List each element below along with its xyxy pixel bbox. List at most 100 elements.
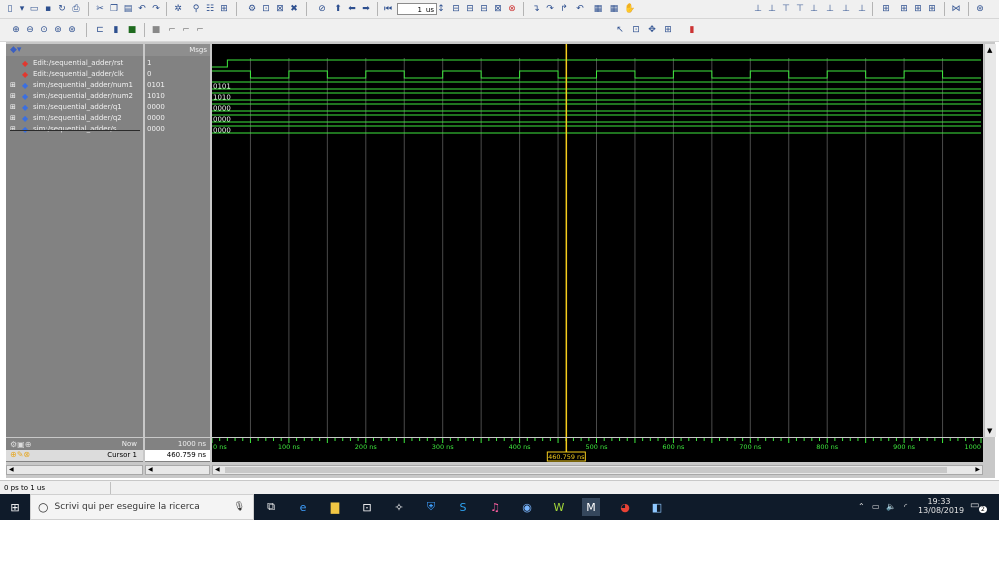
- stop-icon[interactable]: ⊗: [506, 2, 518, 16]
- skype-icon[interactable]: S: [454, 498, 472, 516]
- signal-row[interactable]: ⊞ ◆ sim:/sequential_adder/q1: [6, 102, 143, 113]
- wave-edit-icon-4[interactable]: ⊤: [794, 2, 806, 16]
- delete-cursor-icon[interactable]: ▮: [110, 23, 122, 37]
- restart-icon[interactable]: ⏮: [382, 2, 394, 16]
- copy-icon[interactable]: ❐: [108, 2, 120, 16]
- save-icon[interactable]: ▪: [42, 2, 54, 16]
- layout-icon-4[interactable]: ⊞: [926, 2, 938, 16]
- undo-icon[interactable]: ↶: [136, 2, 148, 16]
- signal-row[interactable]: ◆ Edit:/sequential_adder/clk: [6, 69, 143, 80]
- performance-icon[interactable]: ▦: [592, 2, 604, 16]
- microphone-icon[interactable]: 🎙: [234, 502, 245, 512]
- run-length-spinner-icon[interactable]: ↕: [437, 2, 445, 16]
- compile-icon[interactable]: ⚙: [246, 2, 258, 16]
- scroll-right-arrow-icon[interactable]: ▶: [975, 466, 980, 473]
- timeline-ruler[interactable]: 0 ns 100 ns 200 ns 300 ns 400 ns 500 ns 600 ns…: [211, 438, 983, 462]
- hand-icon[interactable]: ✋: [624, 2, 636, 16]
- modelsim-icon[interactable]: M: [582, 498, 600, 516]
- hierarchy-icon[interactable]: ⊞: [218, 2, 230, 16]
- step-icon[interactable]: ↴: [530, 2, 542, 16]
- cursor-edit-icon[interactable]: ⊕✎⊗: [10, 450, 30, 459]
- arrow-right-icon[interactable]: ➡: [360, 2, 372, 16]
- app-icon-1[interactable]: ✧: [390, 498, 408, 516]
- no-entry-icon[interactable]: ⊘: [316, 2, 328, 16]
- zoom-in-icon[interactable]: ⊕: [10, 23, 22, 37]
- wave-edit-icon-8[interactable]: ⊥: [856, 2, 868, 16]
- vertical-scrollbar[interactable]: ▲ ▼: [984, 44, 996, 437]
- tray-chevron-icon[interactable]: ⌃: [858, 502, 865, 511]
- wave-edit-icon-1[interactable]: ⊥: [752, 2, 764, 16]
- signal-row[interactable]: ⊞ ◆ sim:/sequential_adder/q2: [6, 113, 143, 124]
- zoom-cursor-icon[interactable]: ⊚: [52, 23, 64, 37]
- arrow-up-icon[interactable]: ⬆: [332, 2, 344, 16]
- edit-mode-icon[interactable]: ⊞: [662, 23, 674, 37]
- waveform-canvas[interactable]: 0101 1010 0000 0000 0000: [212, 44, 983, 437]
- app-icon-2[interactable]: ◉: [518, 498, 536, 516]
- scroll-left-arrow-icon[interactable]: ◀: [215, 466, 220, 473]
- stop-drawing-icon[interactable]: ▮: [686, 23, 698, 37]
- pan-mode-icon[interactable]: ✥: [646, 23, 658, 37]
- memory-icon[interactable]: ▦: [608, 2, 620, 16]
- refresh-icon[interactable]: ↻: [56, 2, 68, 16]
- battery-icon[interactable]: ▭: [872, 502, 880, 511]
- file-explorer-icon[interactable]: ▇: [326, 498, 344, 516]
- windows-start-icon[interactable]: ⊞: [6, 498, 24, 516]
- zoom-out-icon[interactable]: ⊖: [24, 23, 36, 37]
- wave-edit-icon-6[interactable]: ⊥: [824, 2, 836, 16]
- zoom-range-icon[interactable]: ⊛: [66, 23, 78, 37]
- cursor-tools-icon[interactable]: ⚙▣⊕: [10, 440, 31, 449]
- layout-icon-3[interactable]: ⊞: [912, 2, 924, 16]
- security-shield-icon[interactable]: ⛨: [422, 498, 440, 516]
- break-sim-icon[interactable]: ⊠: [492, 2, 504, 16]
- cut-icon[interactable]: ✂: [94, 2, 106, 16]
- step-out-icon[interactable]: ↱: [558, 2, 570, 16]
- volume-icon[interactable]: 🔈: [886, 502, 896, 511]
- cursor-value-cell[interactable]: 460.759 ns: [145, 450, 210, 461]
- task-view-icon[interactable]: ⧉: [262, 498, 280, 516]
- paste-icon[interactable]: ▤: [122, 2, 134, 16]
- scroll-down-arrow-icon[interactable]: ▼: [987, 427, 992, 435]
- select-mode-icon[interactable]: ↖: [614, 23, 626, 37]
- itunes-icon[interactable]: ♫: [486, 498, 504, 516]
- signal-row[interactable]: ⊞ ◆ sim:/sequential_adder/num1: [6, 80, 143, 91]
- timeline-canvas[interactable]: 0 ns 100 ns 200 ns 300 ns 400 ns 500 ns 600 ns…: [211, 438, 983, 462]
- wave-edit-icon-3[interactable]: ⊤: [780, 2, 792, 16]
- lock-cursor-icon[interactable]: ■: [126, 23, 138, 37]
- waveform-pane[interactable]: 0101 1010 0000 0000 0000: [212, 44, 983, 437]
- dropdown-arrow-icon[interactable]: ▾: [16, 2, 28, 16]
- redo-icon[interactable]: ↷: [150, 2, 162, 16]
- cursor-row[interactable]: ⊕✎⊗ Cursor 1: [6, 450, 143, 461]
- simulate-icon[interactable]: ⊠: [274, 2, 286, 16]
- continue-icon[interactable]: ⊟: [464, 2, 476, 16]
- expand-icon[interactable]: ⊞: [10, 113, 16, 124]
- app-icon-3[interactable]: ◧: [648, 498, 666, 516]
- edge-icon-4[interactable]: ⌐: [194, 23, 206, 37]
- wave-edit-icon-7[interactable]: ⊥: [840, 2, 852, 16]
- run-icon[interactable]: ⊟: [450, 2, 462, 16]
- run-length-input[interactable]: 1 us: [397, 3, 437, 15]
- wave-edit-icon-2[interactable]: ⊥: [766, 2, 778, 16]
- store-icon[interactable]: ⊡: [358, 498, 376, 516]
- edge-icon-2[interactable]: ⌐: [166, 23, 178, 37]
- signal-row[interactable]: ⊞ ◆ sim:/sequential_adder/num2: [6, 91, 143, 102]
- expand-icon[interactable]: ⊞: [10, 102, 16, 113]
- find-icon[interactable]: ⚲: [190, 2, 202, 16]
- dataflow-icon[interactable]: ⊛: [974, 2, 986, 16]
- insert-cursor-icon[interactable]: ⊏: [94, 23, 106, 37]
- expand-icon[interactable]: ⊞: [10, 80, 16, 91]
- wave-hscrollbar[interactable]: ◀ ▶: [212, 465, 983, 475]
- arrow-left-icon[interactable]: ⬅: [346, 2, 358, 16]
- names-hscrollbar[interactable]: ◀: [6, 465, 143, 475]
- clk-waveform[interactable]: [212, 70, 981, 79]
- values-hscrollbar[interactable]: ◀: [145, 465, 210, 475]
- new-file-icon[interactable]: ▯: [4, 2, 16, 16]
- app-icon-w[interactable]: W: [550, 498, 568, 516]
- step-back-icon[interactable]: ↶: [574, 2, 586, 16]
- zoom-full-icon[interactable]: ⊙: [38, 23, 50, 37]
- edge-browser-icon[interactable]: e: [294, 498, 312, 516]
- taskbar-search-box[interactable]: ○ Scrivi qui per eseguire la ricerca 🎙: [30, 494, 254, 520]
- compile-all-icon[interactable]: ⊡: [260, 2, 272, 16]
- step-over-icon[interactable]: ↷: [544, 2, 556, 16]
- scroll-left-arrow-icon[interactable]: ◀: [148, 466, 153, 473]
- chrome-icon[interactable]: ◕: [616, 498, 634, 516]
